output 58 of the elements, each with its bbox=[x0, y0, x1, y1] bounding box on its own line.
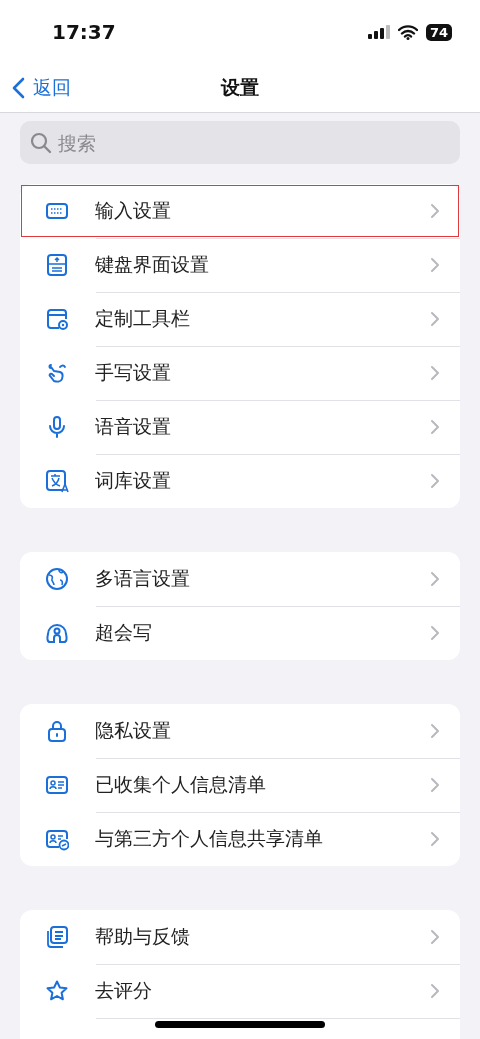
row-label: 已收集个人信息清单 bbox=[95, 772, 266, 797]
chevron-right-icon bbox=[430, 983, 440, 999]
chevron-right-icon bbox=[430, 571, 440, 587]
settings-row[interactable]: 键盘界面设置 bbox=[20, 238, 460, 292]
settings-row[interactable]: 帮助与反馈 bbox=[20, 910, 460, 964]
row-label: 键盘界面设置 bbox=[95, 252, 209, 277]
row-label: 去评分 bbox=[95, 978, 152, 1003]
window-gear-icon bbox=[45, 307, 69, 331]
row-label: 帮助与反馈 bbox=[95, 924, 190, 949]
settings-row[interactable]: 隐私设置 bbox=[20, 704, 460, 758]
chevron-right-icon bbox=[430, 365, 440, 381]
chevron-right-icon bbox=[430, 831, 440, 847]
battery-level: 74 bbox=[425, 23, 452, 41]
back-button[interactable]: 返回 bbox=[0, 74, 77, 102]
chevron-right-icon bbox=[430, 723, 440, 739]
settings-row[interactable]: 超会写 bbox=[20, 606, 460, 660]
chevron-right-icon bbox=[430, 257, 440, 273]
row-label: 多语言设置 bbox=[95, 566, 190, 591]
row-label: 定制工具栏 bbox=[95, 306, 190, 331]
id-card-icon bbox=[45, 827, 69, 851]
keyboard-icon bbox=[45, 253, 69, 277]
lock-icon bbox=[45, 719, 69, 743]
translate-icon bbox=[45, 469, 69, 493]
status-time: 17:37 bbox=[52, 20, 116, 44]
row-label: 超会写 bbox=[95, 620, 152, 645]
chevron-right-icon bbox=[430, 777, 440, 793]
search-field[interactable]: 搜索 bbox=[20, 121, 460, 164]
page-title: 设置 bbox=[221, 76, 259, 98]
settings-row[interactable]: 词库设置 bbox=[20, 454, 460, 508]
settings-row[interactable]: 手写设置 bbox=[20, 346, 460, 400]
settings-row[interactable]: 语音设置 bbox=[20, 400, 460, 454]
documents-icon bbox=[45, 925, 69, 949]
row-label: 与第三方个人信息共享清单 bbox=[95, 826, 323, 851]
globe-icon bbox=[45, 567, 69, 591]
chevron-right-icon bbox=[430, 929, 440, 945]
chevron-left-icon bbox=[12, 77, 25, 99]
chevron-right-icon bbox=[430, 203, 440, 219]
row-label: 隐私设置 bbox=[95, 718, 171, 743]
row-label: 词库设置 bbox=[95, 468, 171, 493]
person-icon bbox=[45, 621, 69, 645]
settings-row[interactable]: 定制工具栏 bbox=[20, 292, 460, 346]
signal-icon bbox=[367, 25, 390, 39]
chevron-right-icon bbox=[430, 419, 440, 435]
settings-row[interactable]: 与第三方个人信息共享清单 bbox=[20, 812, 460, 866]
highlighted-settings-row[interactable]: 输入设置 bbox=[20, 184, 460, 238]
row-label: 语音设置 bbox=[95, 414, 171, 439]
id-card-icon bbox=[45, 773, 69, 797]
settings-row[interactable]: 多语言设置 bbox=[20, 552, 460, 606]
row-label: 输入设置 bbox=[95, 198, 171, 223]
settings-row[interactable]: 去评分 bbox=[20, 964, 460, 1018]
star-icon bbox=[45, 979, 69, 1003]
row-label: 手写设置 bbox=[95, 360, 171, 385]
hand-icon bbox=[45, 361, 69, 385]
chevron-right-icon bbox=[430, 625, 440, 641]
wifi-icon bbox=[397, 24, 418, 40]
chevron-right-icon bbox=[430, 473, 440, 489]
settings-row[interactable]: 已收集个人信息清单 bbox=[20, 758, 460, 812]
chevron-right-icon bbox=[430, 311, 440, 327]
